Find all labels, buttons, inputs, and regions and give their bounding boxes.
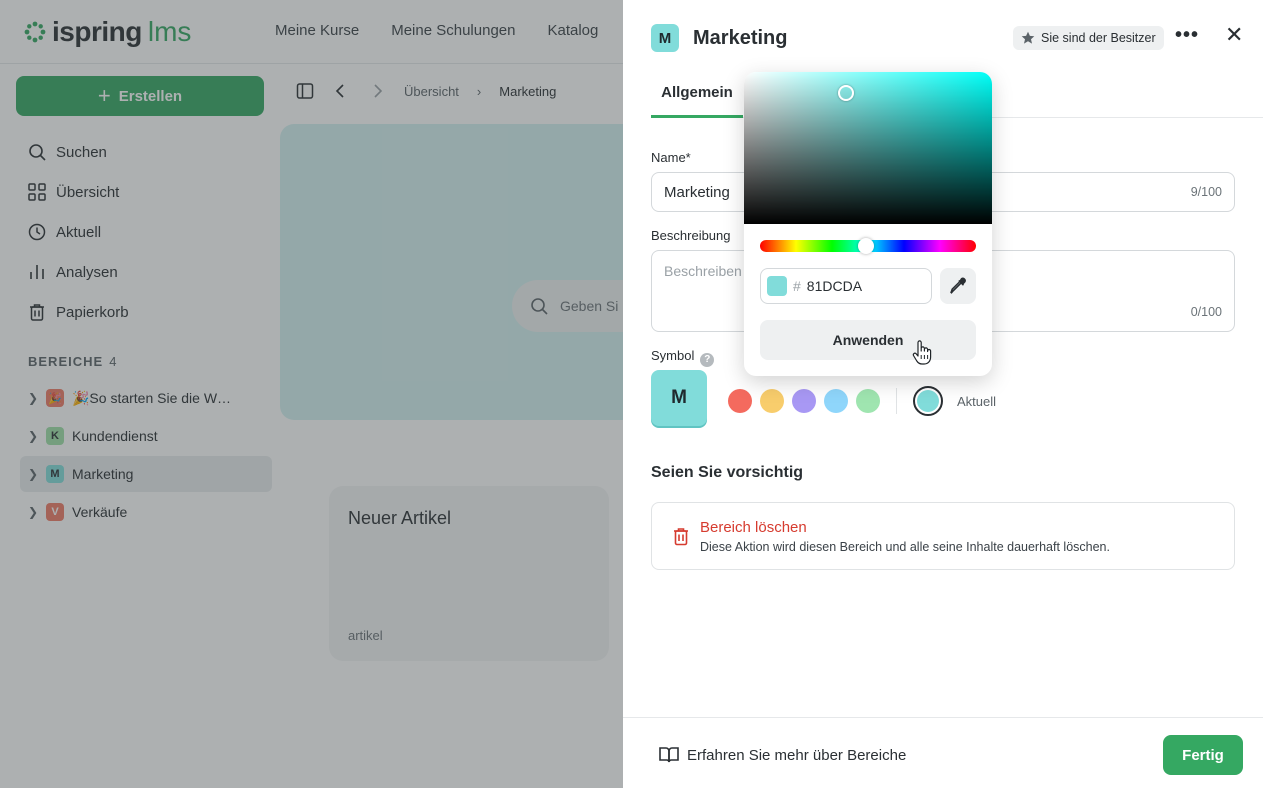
symbol-label-text: Symbol [651, 348, 695, 363]
hex-color-preview [767, 276, 787, 296]
current-color-label: Aktuell [957, 393, 997, 409]
trash-icon [674, 528, 688, 546]
hex-color-value: 81DCDA [806, 278, 863, 294]
eyedropper-button[interactable] [940, 268, 976, 304]
warning-title: Seien Sie vorsichtig [651, 464, 804, 481]
star-icon [1021, 31, 1035, 44]
color-swatch-green[interactable] [856, 389, 880, 413]
name-counter: 9/100 [1190, 185, 1222, 199]
book-icon [659, 747, 679, 763]
hex-color-input[interactable]: # 81DCDA [760, 268, 932, 304]
apply-button[interactable]: Anwenden [760, 320, 976, 360]
hand-cursor-icon [912, 340, 932, 365]
delete-area-description: Diese Aktion wird diesen Bereich und all… [700, 540, 1110, 554]
name-label: Name* [651, 150, 691, 165]
description-label: Beschreibung [651, 228, 731, 243]
saturation-handle[interactable] [838, 85, 854, 101]
hue-slider-handle[interactable] [858, 238, 874, 254]
swatch-divider [896, 388, 897, 414]
help-icon[interactable]: ? [700, 352, 715, 367]
description-counter: 0/100 [1190, 305, 1222, 319]
color-swatch-purple[interactable] [792, 389, 816, 413]
color-picker-popover: # 81DCDA Anwenden [744, 72, 992, 376]
drawer-footer: Erfahren Sie mehr über Bereiche Fertig [623, 717, 1263, 788]
hash-symbol: # [793, 278, 801, 294]
owner-label: Sie sind der Besitzer [1041, 31, 1156, 45]
symbol-label: Symbol? [651, 348, 715, 367]
area-badge: M [651, 24, 679, 52]
learn-more-link[interactable]: Erfahren Sie mehr über Bereiche [659, 746, 906, 764]
saturation-value-area[interactable] [744, 72, 992, 224]
description-placeholder: Beschreiben [664, 263, 742, 279]
symbol-preview[interactable]: M [651, 370, 707, 426]
delete-area-box[interactable]: Bereich löschen Diese Aktion wird diesen… [651, 502, 1235, 570]
owner-badge: Sie sind der Besitzer [1013, 26, 1164, 50]
color-swatch-red[interactable] [728, 389, 752, 413]
name-input-value: Marketing [664, 183, 730, 201]
delete-area-title[interactable]: Bereich löschen [700, 519, 807, 536]
eyedropper-icon [950, 277, 966, 294]
color-swatch-current[interactable] [913, 386, 943, 416]
more-options-icon[interactable]: ••• [1175, 24, 1199, 47]
color-swatch-blue[interactable] [824, 389, 848, 413]
learn-more-label: Erfahren Sie mehr über Bereiche [687, 746, 907, 764]
drawer-title: Marketing [693, 26, 788, 49]
tab-general[interactable]: Allgemein [651, 70, 743, 118]
color-swatches: Aktuell [728, 386, 996, 416]
drawer-header: M Marketing [651, 24, 787, 52]
color-swatch-yellow[interactable] [760, 389, 784, 413]
done-button[interactable]: Fertig [1163, 735, 1243, 775]
close-icon[interactable]: ✕ [1225, 22, 1243, 48]
